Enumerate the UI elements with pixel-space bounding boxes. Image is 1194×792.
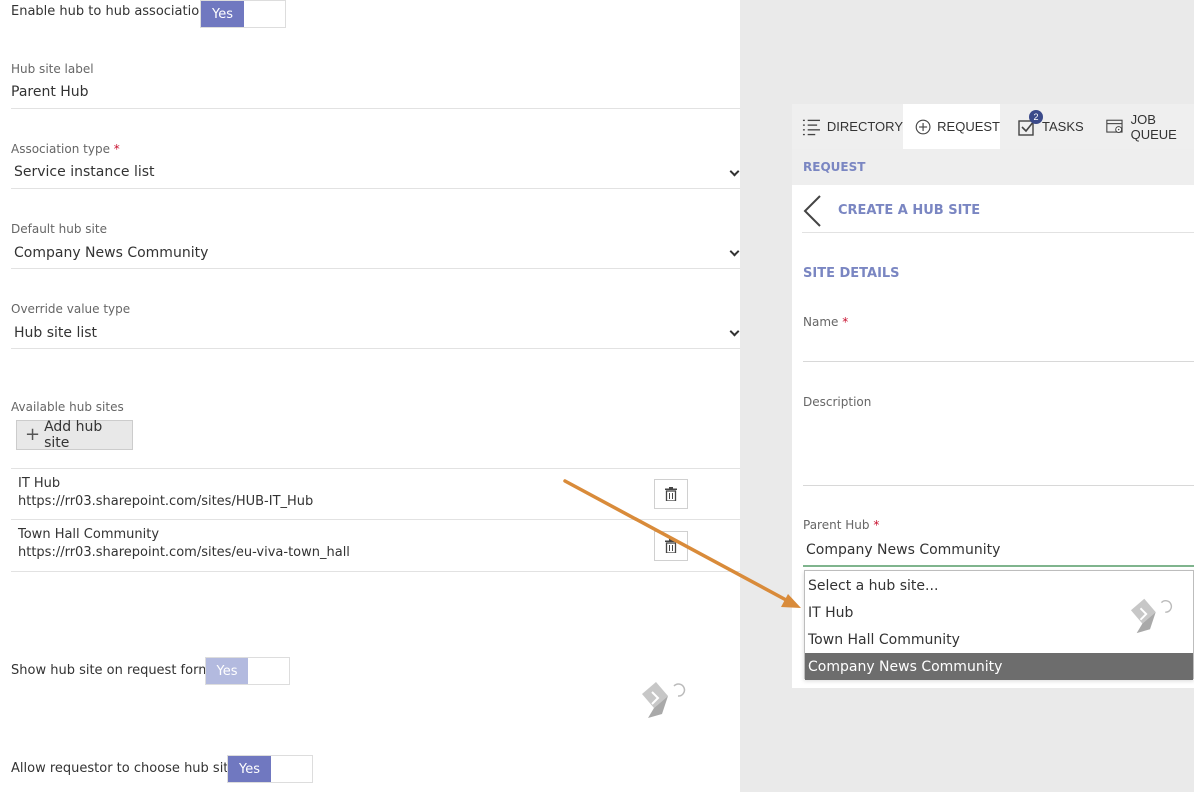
callout-arrow	[563, 479, 801, 608]
